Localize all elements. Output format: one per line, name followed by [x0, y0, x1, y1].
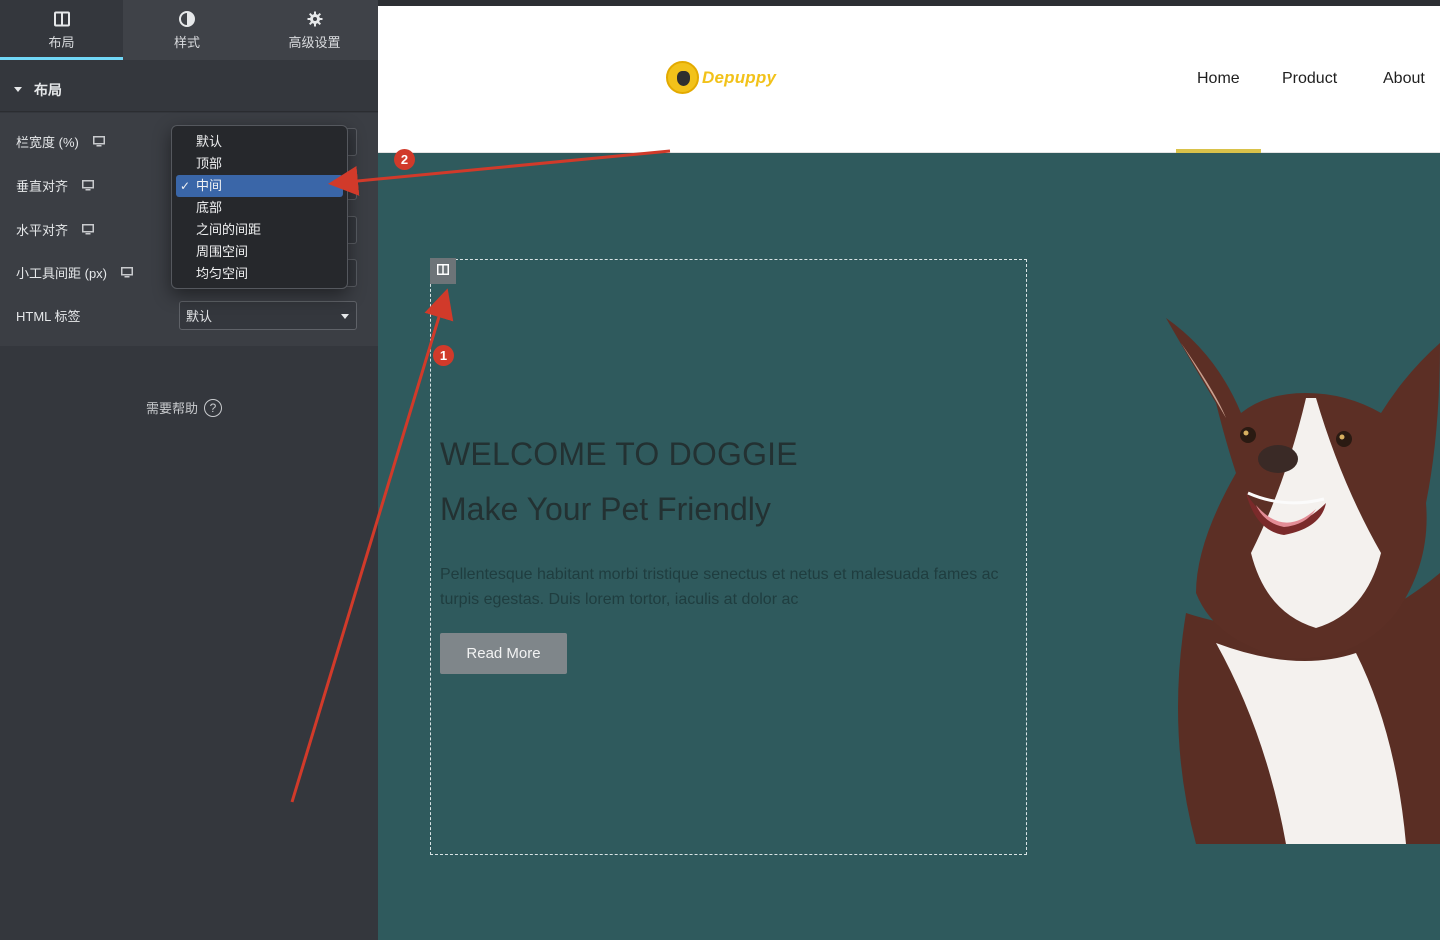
column-width-control: 栏宽度 (%) [16, 132, 105, 151]
horizontal-align-label: 水平对齐 [16, 223, 69, 238]
html-tag-select[interactable]: 默认 [179, 301, 357, 330]
read-more-button[interactable]: Read More [440, 633, 567, 674]
tab-advanced-label: 高级设置 [288, 34, 341, 50]
columns-icon [437, 262, 449, 280]
gear-icon [307, 10, 323, 28]
tab-advanced[interactable]: 高级设置 [251, 0, 378, 60]
dropdown-option[interactable]: 之间的间距 [172, 219, 347, 241]
hero-section: WELCOME TO DOGGIE Make Your Pet Friendly… [378, 153, 1440, 940]
column-width-label: 栏宽度 (%) [16, 135, 79, 150]
editor-panel: 布局 样式 高级设置 布局 栏宽度 (%) 垂直对齐 水平对齐 小工具间距 (p… [0, 0, 378, 940]
tab-layout-label: 布局 [48, 34, 75, 50]
question-icon: ? [204, 398, 223, 417]
nav-about[interactable]: About [1383, 70, 1425, 88]
puppy-logo-icon [666, 61, 699, 94]
column-container[interactable] [430, 259, 1027, 855]
section-title: 布局 [34, 81, 62, 98]
html-tag-label: HTML 标签 [16, 309, 81, 324]
tab-layout[interactable]: 布局 [0, 0, 123, 60]
tab-style-label: 样式 [173, 34, 200, 50]
vertical-align-control: 垂直对齐 [16, 176, 95, 195]
widget-spacing-label: 小工具间距 (px) [16, 266, 108, 281]
logo-text: Depuppy [702, 67, 777, 87]
chevron-down-icon [341, 314, 349, 319]
site-logo[interactable]: Depuppy [666, 61, 776, 94]
widget-spacing-control: 小工具间距 (px) [16, 263, 134, 282]
horizontal-align-control: 水平对齐 [16, 220, 95, 239]
vertical-align-label: 垂直对齐 [16, 179, 69, 194]
dropdown-option-label: 中间 [196, 178, 223, 193]
section-layout-toggle[interactable]: 布局 [0, 68, 378, 112]
desktop-icon[interactable] [82, 224, 95, 235]
dropdown-option-selected[interactable]: ✓ 中间 [176, 175, 343, 197]
desktop-icon[interactable] [121, 267, 134, 278]
need-help-label: 需要帮助 [146, 401, 199, 416]
column-edit-handle[interactable] [430, 258, 456, 284]
dropdown-option[interactable]: 默认 [172, 131, 347, 153]
html-tag-control: HTML 标签 [16, 306, 81, 325]
dropdown-option[interactable]: 周围空间 [172, 241, 347, 263]
vertical-align-dropdown: 默认 顶部 ✓ 中间 底部 之间的间距 周围空间 均匀空间 [171, 125, 348, 289]
html-tag-value: 默认 [186, 309, 213, 324]
dropdown-option[interactable]: 均匀空间 [172, 263, 347, 285]
panel-tabs: 布局 样式 高级设置 [0, 0, 378, 60]
desktop-icon[interactable] [92, 136, 105, 147]
half-circle-icon [179, 10, 195, 28]
annotation-badge-2: 2 [394, 149, 415, 170]
columns-icon [53, 10, 70, 28]
dropdown-option[interactable]: 顶部 [172, 153, 347, 175]
annotation-badge-1: 1 [433, 345, 454, 366]
nav-home[interactable]: Home [1197, 70, 1240, 88]
hero-paragraph: Pellentesque habitant morbi tristique se… [440, 566, 999, 608]
dropdown-option[interactable]: 底部 [172, 197, 347, 219]
tab-style[interactable]: 样式 [123, 0, 251, 60]
checkmark-icon: ✓ [180, 179, 191, 193]
hero-subheadline: Make Your Pet Friendly [440, 491, 771, 527]
desktop-icon[interactable] [82, 180, 95, 191]
site-header: Depuppy Home Product About [378, 6, 1440, 153]
dog-image [1166, 318, 1440, 844]
hero-headline: WELCOME TO DOGGIE [440, 436, 798, 472]
dog-body [1166, 318, 1440, 844]
nav-product[interactable]: Product [1282, 70, 1337, 88]
caret-down-icon [14, 87, 22, 92]
need-help-link[interactable]: 需要帮助 ? [146, 398, 223, 417]
